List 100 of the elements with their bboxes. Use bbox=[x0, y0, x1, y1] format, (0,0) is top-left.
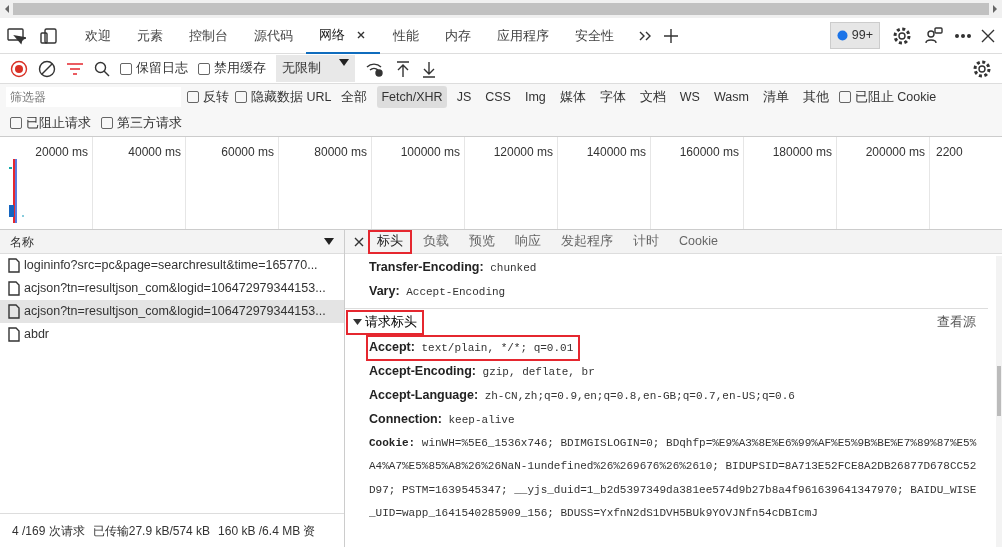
panel-tab[interactable]: 欢迎 bbox=[72, 17, 124, 54]
filter-icon[interactable] bbox=[66, 61, 84, 76]
checkbox[interactable] bbox=[187, 91, 199, 103]
more-icon[interactable] bbox=[954, 32, 972, 39]
document-icon bbox=[8, 281, 20, 296]
column-header[interactable]: 名称 bbox=[0, 230, 344, 254]
tick-label: 140000 ms bbox=[586, 145, 646, 159]
header-line: Connection: keep-alive bbox=[368, 410, 516, 428]
chat-icon bbox=[836, 30, 848, 41]
feedback-icon[interactable] bbox=[924, 25, 944, 46]
settings-icon[interactable] bbox=[892, 25, 912, 46]
type-filter[interactable]: 全部 bbox=[337, 85, 372, 109]
request-row[interactable]: acjson?tn=resultjson_com&logid=106472979344153... bbox=[0, 300, 344, 323]
scroll-right-icon[interactable] bbox=[991, 4, 999, 14]
status-text: 4 /169 次请求 bbox=[12, 522, 85, 540]
header-line: Accept-Language: zh-CN,zh;q=0.9,en;q=0.8,en-GB;q=0.7,en-US;q=0.6 bbox=[368, 386, 796, 404]
document-icon bbox=[8, 327, 20, 342]
header-line: Accept-Encoding: gzip, deflate, br bbox=[368, 362, 596, 380]
detail-tab[interactable]: 标头 bbox=[369, 230, 411, 253]
tick-label: 160000 ms bbox=[679, 145, 739, 159]
status-text: 160 kB /6.4 MB 资 bbox=[218, 522, 316, 540]
type-filter[interactable]: 字体 bbox=[595, 85, 630, 109]
caret-icon bbox=[339, 59, 349, 68]
tick-label: 40000 ms bbox=[128, 145, 181, 159]
tick-label: 60000 ms bbox=[221, 145, 274, 159]
checkbox[interactable] bbox=[101, 117, 113, 129]
panel-tab[interactable]: 内存 bbox=[432, 17, 484, 54]
panel-tab[interactable]: 源代码 bbox=[241, 17, 306, 54]
panel-tab[interactable]: 性能 bbox=[380, 17, 432, 54]
download-icon[interactable] bbox=[421, 59, 437, 78]
type-filter[interactable]: Fetch/XHR bbox=[377, 85, 447, 109]
upload-icon[interactable] bbox=[395, 59, 411, 78]
checkbox-label: 反转 bbox=[203, 88, 229, 106]
panel-tab[interactable]: 安全性 bbox=[562, 17, 627, 54]
checkbox[interactable] bbox=[235, 91, 247, 103]
section-toggle[interactable]: 请求标头 bbox=[347, 311, 423, 334]
checkbox-label: 禁用缓存 bbox=[214, 60, 266, 78]
document-icon bbox=[8, 258, 20, 273]
type-filter[interactable]: 清单 bbox=[758, 85, 793, 109]
scroll-left-icon[interactable] bbox=[3, 4, 11, 14]
checkbox-label: 第三方请求 bbox=[117, 114, 182, 132]
tick-label: 2200 bbox=[936, 145, 963, 159]
checkbox[interactable] bbox=[198, 62, 210, 75]
scrollbar-thumb[interactable] bbox=[13, 3, 989, 15]
close-icon[interactable] bbox=[980, 27, 996, 44]
type-filter[interactable]: Wasm bbox=[709, 85, 753, 109]
device-icon[interactable] bbox=[40, 26, 58, 45]
type-filter[interactable]: 媒体 bbox=[555, 85, 590, 109]
type-filter[interactable]: JS bbox=[452, 85, 476, 109]
issues-badge[interactable]: 99+ bbox=[829, 22, 880, 49]
detail-tab[interactable]: 响应 bbox=[507, 230, 549, 253]
filter-field[interactable]: 筛选器 bbox=[6, 87, 181, 107]
checkbox-label: 已阻止 Cookie bbox=[854, 88, 937, 106]
checkbox-label: 已阻止请求 bbox=[26, 114, 91, 132]
tick-label: 80000 ms bbox=[314, 145, 367, 159]
view-source-link[interactable]: 查看源 bbox=[937, 313, 976, 332]
document-icon bbox=[8, 304, 20, 319]
panel-tab[interactable]: 元素 bbox=[124, 17, 176, 54]
sort-caret-icon bbox=[324, 237, 334, 246]
add-icon[interactable] bbox=[663, 27, 679, 44]
checkbox[interactable] bbox=[10, 117, 22, 129]
request-row[interactable]: logininfo?src=pc&page=searchresult&time=165770... bbox=[0, 254, 344, 277]
type-filter[interactable]: CSS bbox=[481, 85, 515, 109]
detail-tab[interactable]: 负载 bbox=[415, 230, 457, 253]
panel-tab[interactable]: 控制台 bbox=[176, 17, 241, 54]
checkbox-label: 保留日志 bbox=[136, 60, 188, 78]
type-filter[interactable]: 其他 bbox=[798, 85, 833, 109]
close-icon[interactable] bbox=[353, 235, 365, 248]
status-text: 已传输27.9 kB/574 kB bbox=[92, 522, 211, 540]
tick-label: 20000 ms bbox=[35, 145, 88, 159]
search-icon[interactable] bbox=[94, 60, 110, 77]
record-stop-icon[interactable] bbox=[10, 59, 28, 78]
tick-label: 180000 ms bbox=[772, 145, 832, 159]
inspect-icon[interactable] bbox=[6, 26, 26, 45]
waterfall-overview-drawing bbox=[8, 159, 26, 225]
clear-icon[interactable] bbox=[38, 59, 56, 78]
request-row[interactable]: acjson?tn=resultjson_com&logid=106472979344153... bbox=[0, 277, 344, 300]
scrollbar-thumb[interactable] bbox=[997, 366, 1001, 416]
checkbox-label: 隐藏数据 URL bbox=[251, 88, 332, 106]
detail-tab[interactable]: 发起程序 bbox=[553, 230, 621, 253]
header-line: Vary: Accept-Encoding bbox=[368, 283, 507, 300]
type-filter[interactable]: Img bbox=[520, 85, 550, 109]
header-line: Accept: text/plain, */*; q=0.01 bbox=[367, 335, 580, 360]
request-row[interactable]: abdr bbox=[0, 323, 344, 346]
detail-tab[interactable]: 计时 bbox=[625, 230, 667, 253]
type-filter[interactable]: WS bbox=[675, 85, 704, 109]
tick-label: 120000 ms bbox=[493, 145, 553, 159]
header-line: Transfer-Encoding: chunked bbox=[368, 259, 538, 276]
checkbox[interactable] bbox=[838, 91, 851, 103]
throttling-dropdown[interactable]: 无限制 bbox=[276, 55, 355, 82]
header-line: Cookie: winWH=%5E6_1536x746; BDIMGISLOGIN=0; BDqhfp=%E9%A3%8E%E6%99%AF%E5%9B%BE%E7%89%87%E5%A4%A7%E5%85%A8%26%26NaN-1undefined%26%269676%26%2610; BIDUPSID=8A713E52FCE8A2DB26877D678CC52D97; PSTM=1639545347; __yjs_duid=1_b2d5397349da381ee574d9b27b8a4f961639641347970; BAIDU_WISE_UID=wapp_1641540285909_156; BDUSS=YxfnN2dS1DVH5BUk9YOVJNfn54cDBIcmJ bbox=[368, 435, 978, 522]
checkbox[interactable] bbox=[120, 62, 132, 75]
tick-label: 100000 ms bbox=[400, 145, 460, 159]
detail-tab[interactable]: 预览 bbox=[461, 230, 503, 253]
tick-label: 200000 ms bbox=[865, 145, 925, 159]
panel-tab[interactable]: 应用程序 bbox=[484, 17, 562, 54]
type-filter[interactable]: 文档 bbox=[635, 85, 670, 109]
caret-icon bbox=[353, 318, 362, 327]
detail-tab[interactable]: Cookie bbox=[671, 230, 726, 253]
settings-icon[interactable] bbox=[972, 58, 992, 79]
